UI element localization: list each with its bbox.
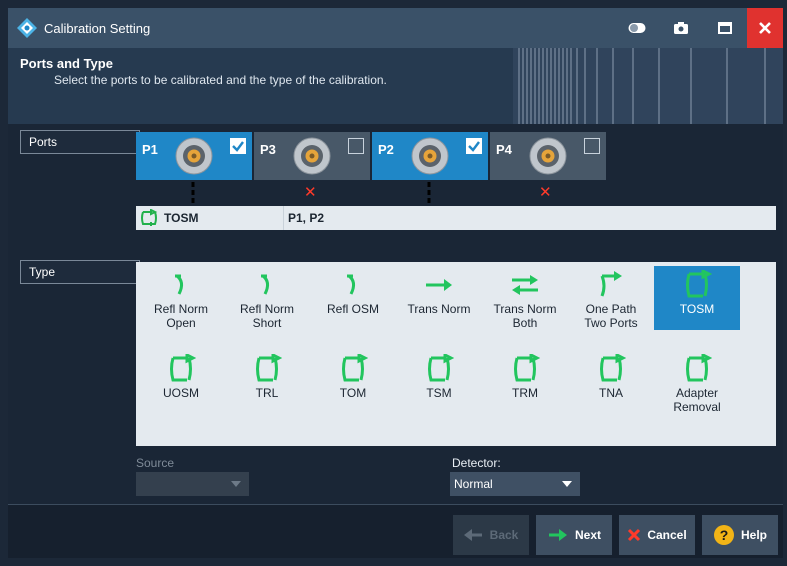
source-label: Source	[136, 456, 175, 470]
back-button[interactable]: Back	[453, 515, 529, 555]
type-refl-norm-short[interactable]: Refl Norm Short	[224, 270, 310, 330]
toggle-icon	[628, 23, 646, 33]
two-port-cal-icon	[141, 209, 158, 226]
port-p3[interactable]: P3	[254, 132, 370, 180]
checkmark-icon	[468, 141, 480, 152]
close-icon	[759, 22, 771, 34]
type-adapter-removal[interactable]: Adapter Removal	[654, 354, 740, 414]
type-tna[interactable]: TNA	[568, 354, 654, 400]
next-button[interactable]: Next	[536, 515, 612, 555]
connector-icon	[411, 137, 449, 175]
connector-icon	[529, 137, 567, 175]
port-p1-connection-line	[191, 182, 195, 204]
two-port-cal-icon	[256, 354, 282, 382]
cancel-icon	[628, 528, 641, 542]
toggle-button[interactable]	[615, 8, 659, 48]
summary-type: TOSM	[164, 211, 199, 225]
one-path-icon	[600, 271, 622, 297]
header-decoration	[513, 48, 783, 124]
connector-icon	[293, 137, 331, 175]
maximize-button[interactable]	[703, 8, 747, 48]
calibration-summary: TOSM P1, P2	[136, 206, 776, 230]
refl-icon	[261, 274, 270, 295]
arrow-left-icon	[463, 529, 482, 541]
trans-arrow-icon	[426, 279, 452, 291]
chevron-down-icon	[231, 481, 241, 487]
type-refl-norm-open[interactable]: Refl Norm Open	[138, 270, 224, 330]
dialog-footer: Back Next Cancel ? Help	[8, 504, 783, 558]
chevron-down-icon	[562, 481, 572, 487]
detector-label: Detector:	[452, 456, 501, 470]
two-port-cal-icon	[342, 354, 368, 382]
two-port-cal-icon	[686, 354, 712, 382]
window-title: Calibration Setting	[44, 20, 151, 36]
port-p2-label: P2	[378, 142, 394, 157]
port-p3-unused-icon: ✕	[304, 184, 317, 201]
port-p4[interactable]: P4	[490, 132, 606, 180]
type-tom[interactable]: TOM	[310, 354, 396, 400]
two-port-cal-icon	[600, 354, 626, 382]
two-port-cal-icon	[686, 270, 712, 298]
type-trans-norm[interactable]: Trans Norm	[396, 270, 482, 316]
detector-select[interactable]: Normal	[450, 472, 580, 496]
type-trans-norm-both[interactable]: Trans Norm Both	[482, 270, 568, 330]
type-label: Type	[20, 260, 140, 284]
port-p4-checkbox[interactable]	[584, 138, 600, 154]
port-p3-checkbox[interactable]	[348, 138, 364, 154]
app-logo-icon	[17, 18, 37, 38]
refl-icon	[347, 274, 356, 295]
port-p1-label: P1	[142, 142, 158, 157]
two-port-cal-icon	[514, 354, 540, 382]
summary-ports: P1, P2	[288, 211, 325, 225]
help-icon: ?	[713, 525, 734, 545]
port-p4-label: P4	[496, 142, 512, 157]
dialog-header: Ports and Type Select the ports to be ca…	[8, 48, 783, 124]
port-p1-checkbox[interactable]	[230, 138, 246, 154]
svg-text:?: ?	[720, 527, 729, 543]
ports-label: Ports	[20, 130, 140, 154]
cancel-button[interactable]: Cancel	[619, 515, 695, 555]
port-p2[interactable]: P2	[372, 132, 488, 180]
checkmark-icon	[232, 141, 244, 152]
header-title: Ports and Type	[20, 56, 113, 71]
port-p2-connection-line	[427, 182, 431, 204]
calibration-type-panel: Refl Norm Open Refl Norm Short Refl OSM …	[136, 262, 776, 446]
two-port-cal-icon	[428, 354, 454, 382]
connector-icon	[175, 137, 213, 175]
header-subtitle: Select the ports to be calibrated and th…	[54, 73, 387, 87]
source-select[interactable]	[136, 472, 249, 496]
type-one-path-two-ports[interactable]: One Path Two Ports	[568, 270, 654, 330]
dialog-body: Ports P1 P3 P2 P4 ✕ ✕ TOSM P1, P2 Type R…	[8, 124, 783, 504]
port-p1[interactable]: P1	[136, 132, 252, 180]
port-p2-checkbox[interactable]	[466, 138, 482, 154]
camera-icon	[674, 22, 688, 34]
close-button[interactable]	[747, 8, 783, 48]
refl-icon	[175, 274, 184, 295]
type-tsm[interactable]: TSM	[396, 354, 482, 400]
type-uosm[interactable]: UOSM	[138, 354, 224, 400]
type-trm[interactable]: TRM	[482, 354, 568, 400]
maximize-icon	[718, 22, 732, 34]
type-refl-osm[interactable]: Refl OSM	[310, 270, 396, 316]
title-bar: Calibration Setting	[8, 8, 783, 48]
port-p4-unused-icon: ✕	[539, 184, 552, 201]
type-trl[interactable]: TRL	[224, 354, 310, 400]
trans-both-icon	[512, 275, 538, 295]
port-p3-label: P3	[260, 142, 276, 157]
type-tosm[interactable]: TOSM	[654, 266, 740, 330]
help-button[interactable]: ? Help	[702, 515, 778, 555]
arrow-right-icon	[548, 529, 567, 541]
two-port-cal-icon	[170, 354, 196, 382]
screenshot-button[interactable]	[659, 8, 703, 48]
